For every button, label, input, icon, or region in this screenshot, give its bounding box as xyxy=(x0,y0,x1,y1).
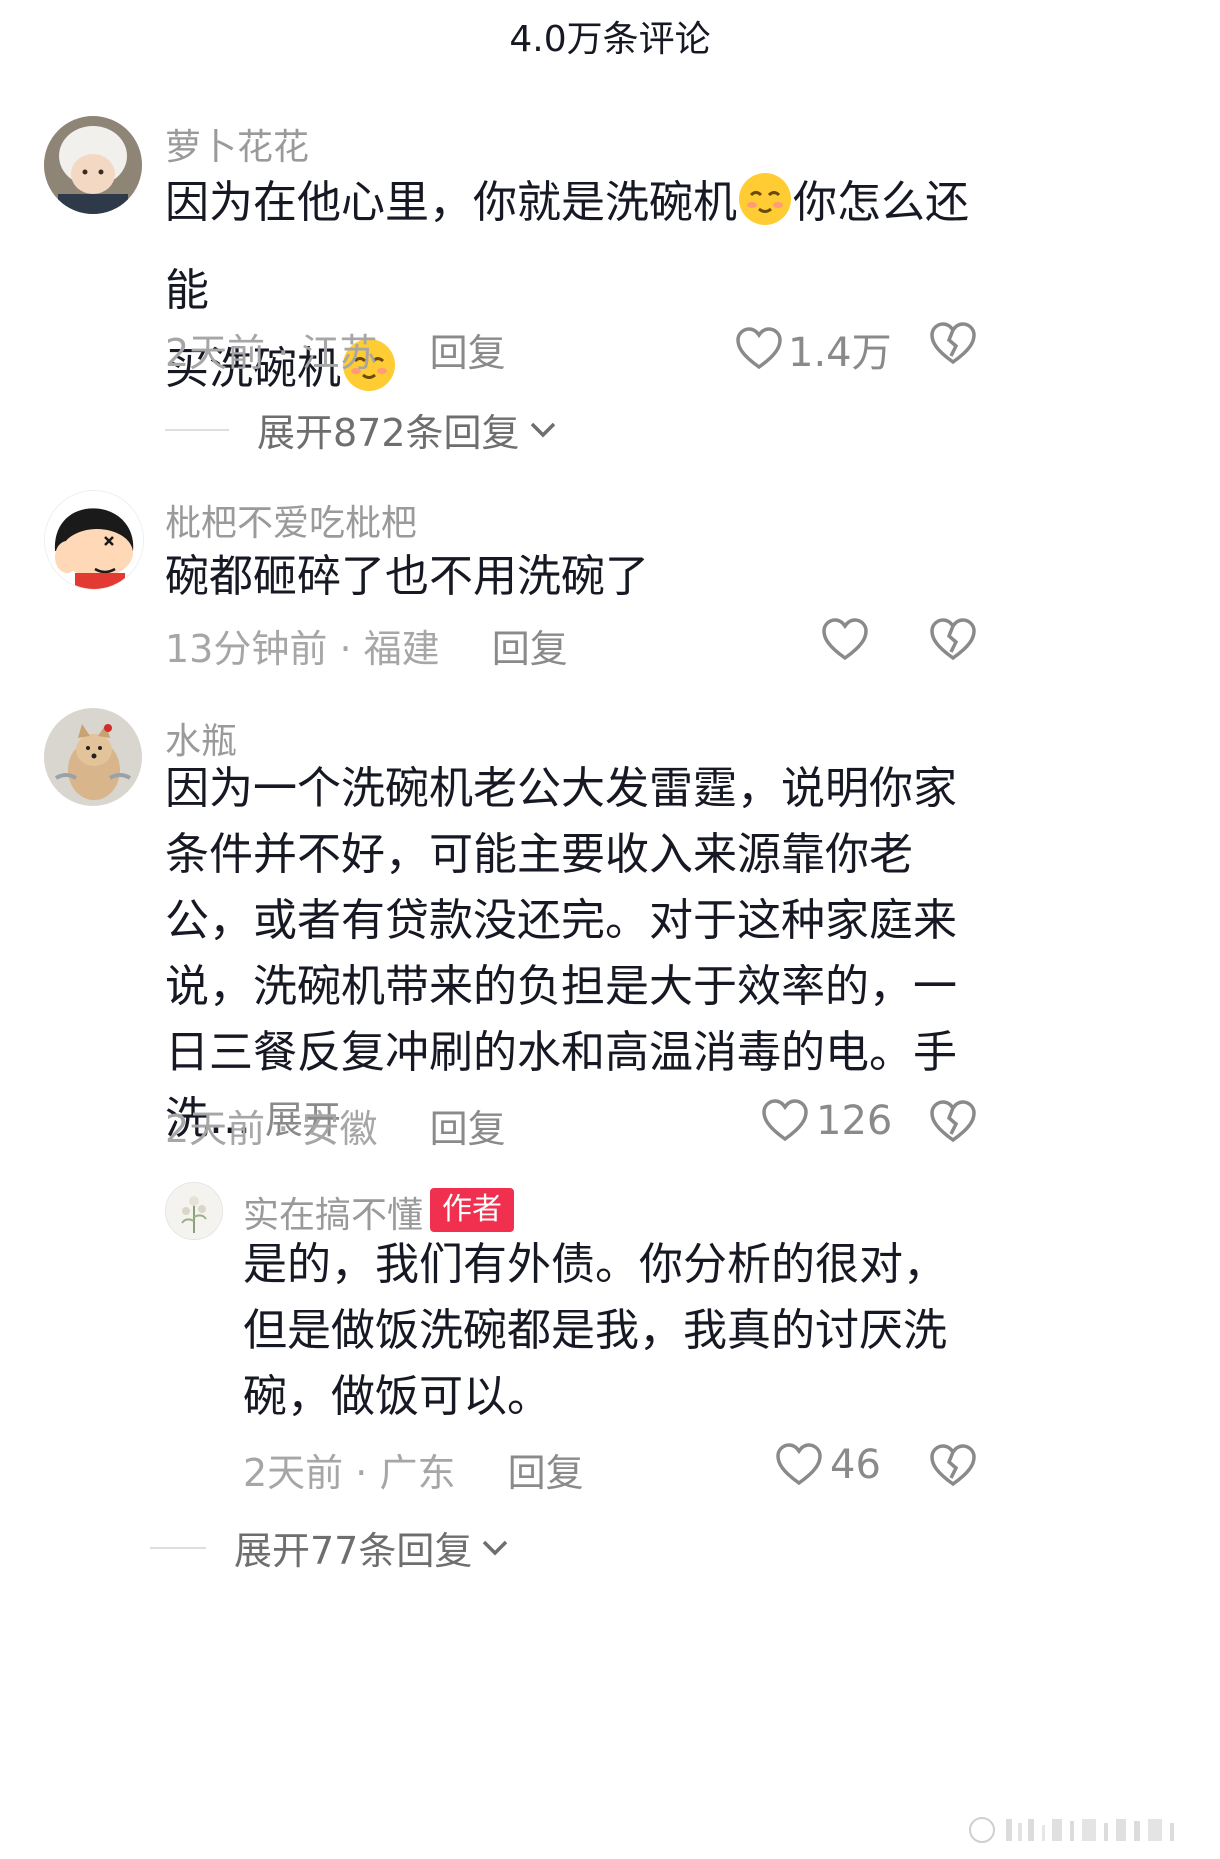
comment-text-body: 因为一个洗碗机老公大发雷霆，说明你家条件并不好，可能主要收入来源靠你老公，或者有… xyxy=(165,763,957,1144)
like-button[interactable]: 126 xyxy=(762,1098,892,1144)
like-button[interactable]: 1.4万 xyxy=(736,320,892,378)
comment-meta: 13分钟前 · 福建 回复 xyxy=(165,618,568,673)
broken-heart-icon xyxy=(930,1444,976,1487)
comment-text: 因为在他心里，你就是洗碗机 你怎么还能 买洗碗机 xyxy=(165,164,985,418)
broken-heart-icon xyxy=(930,322,976,365)
expand-replies-button[interactable]: 展开77条回复 xyxy=(150,1520,510,1575)
heart-outline-icon xyxy=(822,618,868,661)
comment-text: 因为一个洗碗机老公大发雷霆，说明你家条件并不好，可能主要收入来源靠你老公，或者有… xyxy=(165,756,985,1153)
reply-button[interactable]: 回复 xyxy=(492,627,568,671)
reply-button[interactable]: 回复 xyxy=(430,331,506,375)
divider xyxy=(165,428,229,431)
comment-meta: 2天前 · 江苏 回复 xyxy=(165,322,506,377)
like-button[interactable]: 46 xyxy=(776,1442,881,1488)
comment-time: 2天前 xyxy=(165,1107,266,1151)
reply-text: 是的，我们有外债。你分析的很对，但是做饭洗碗都是我，我真的讨厌洗碗，做饭可以。 xyxy=(243,1239,947,1422)
meta-separator: · xyxy=(277,1107,290,1151)
chevron-down-icon xyxy=(483,1540,508,1555)
comment-meta: 2天前 · 安徽 回复 xyxy=(165,1098,506,1153)
dislike-button[interactable] xyxy=(930,1444,976,1492)
smiling-face-emoji-icon xyxy=(737,171,793,252)
meta-separator: · xyxy=(277,331,290,375)
expand-replies-label: 展开872条回复 xyxy=(257,411,520,455)
comment-region: 福建 xyxy=(363,627,440,671)
heart-outline-icon xyxy=(776,1443,822,1486)
broken-heart-icon xyxy=(930,618,976,661)
dislike-button[interactable] xyxy=(930,618,976,666)
divider xyxy=(150,1546,206,1549)
comment-text: 碗都砸碎了也不用洗碗了 xyxy=(165,551,649,602)
comments-count-title: 4.0万条评论 xyxy=(509,19,711,60)
like-count: 126 xyxy=(816,1098,893,1144)
comment-region: 安徽 xyxy=(301,1107,378,1151)
expand-replies-label: 展开77条回复 xyxy=(234,1529,473,1573)
comment-region: 江苏 xyxy=(301,331,378,375)
like-count: 1.4万 xyxy=(788,330,892,376)
like-count: 46 xyxy=(830,1442,881,1488)
dislike-button[interactable] xyxy=(930,1100,976,1148)
watermark-icon xyxy=(969,1817,1174,1843)
avatar[interactable] xyxy=(44,116,142,214)
author-badge: 作者 xyxy=(430,1188,514,1232)
reply-button[interactable]: 回复 xyxy=(430,1107,506,1151)
comment-time: 2天前 xyxy=(165,331,266,375)
avatar[interactable] xyxy=(165,1182,223,1240)
reply-time: 2天前 xyxy=(243,1451,344,1495)
broken-heart-icon xyxy=(930,1100,976,1143)
dislike-button[interactable] xyxy=(930,322,976,370)
comment-time: 13分钟前 xyxy=(165,627,328,671)
reply-meta: 2天前 · 广东 回复 xyxy=(243,1442,584,1497)
chevron-down-icon xyxy=(530,422,555,437)
avatar[interactable] xyxy=(44,708,142,806)
reply-username[interactable]: 实在搞不懂 xyxy=(243,1186,423,1238)
comment-text-part: 因为在他心里，你就是洗碗机 xyxy=(165,177,737,228)
reply-region: 广东 xyxy=(379,1451,456,1495)
meta-separator: · xyxy=(339,627,352,671)
reply-button[interactable]: 回复 xyxy=(508,1451,584,1495)
heart-outline-icon xyxy=(762,1099,808,1142)
like-button[interactable] xyxy=(822,618,868,662)
heart-outline-icon xyxy=(736,327,782,370)
avatar[interactable] xyxy=(44,490,144,590)
meta-separator: · xyxy=(355,1451,368,1495)
expand-replies-button[interactable]: 展开872条回复 xyxy=(165,402,558,457)
comment-username[interactable]: 萝卜花花 xyxy=(165,118,309,170)
